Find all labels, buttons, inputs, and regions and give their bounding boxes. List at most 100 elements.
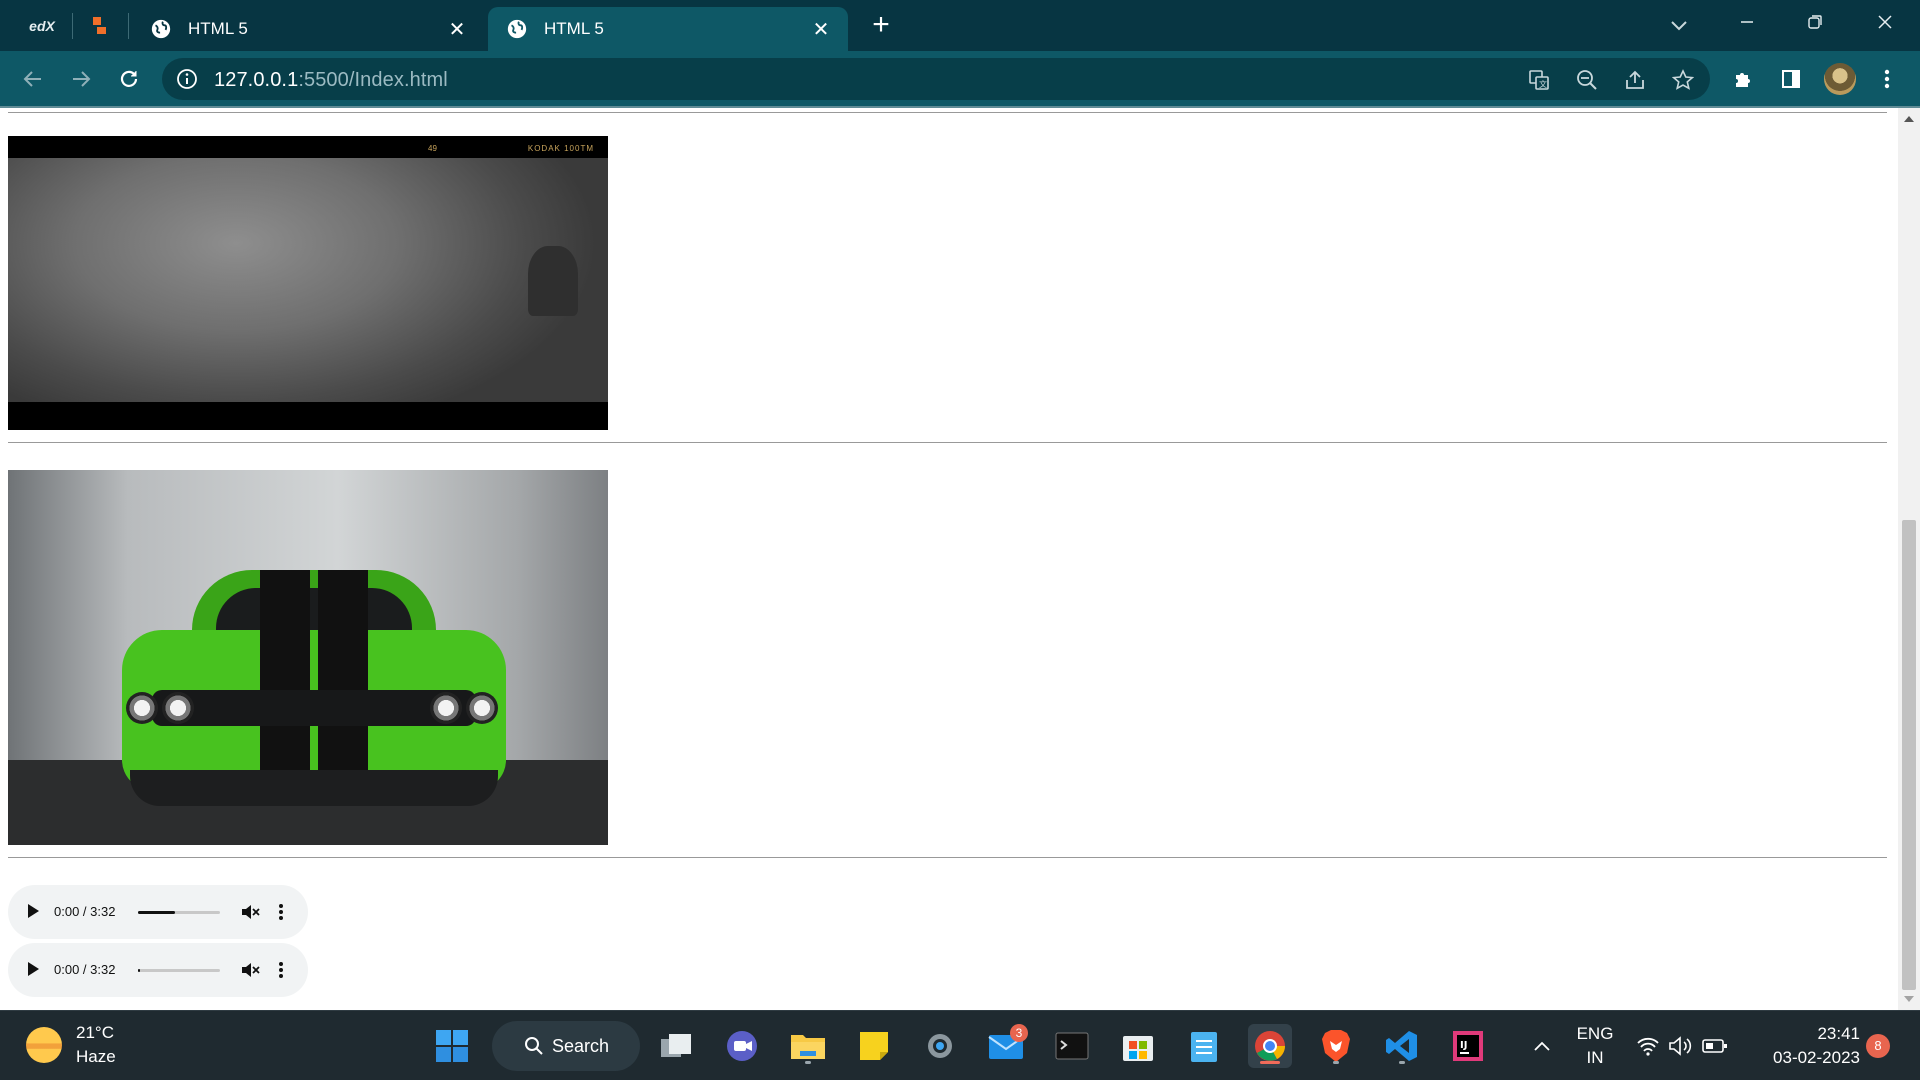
battery-icon xyxy=(1702,1039,1727,1053)
audio-time: 0:00 / 3:32 xyxy=(54,904,116,919)
arrow-right-icon xyxy=(73,71,91,87)
car-grille xyxy=(152,690,476,726)
search-icon xyxy=(525,1037,543,1055)
brave-icon xyxy=(1322,1030,1350,1062)
task-view-button[interactable] xyxy=(654,1024,698,1068)
play-icon[interactable] xyxy=(28,962,39,976)
chevron-up-icon xyxy=(1534,1041,1550,1051)
vscode-button[interactable] xyxy=(1380,1024,1424,1068)
terminal-button[interactable] xyxy=(1050,1024,1094,1068)
more-vertical-icon[interactable] xyxy=(278,960,284,980)
url-text[interactable]: 127.0.0.1:5500/Index.html xyxy=(214,69,448,92)
back-button[interactable] xyxy=(14,60,52,98)
window-close-button[interactable] xyxy=(1856,0,1914,44)
taskbar-search[interactable]: Search xyxy=(492,1021,640,1071)
tab-separator xyxy=(72,13,73,39)
audio-player[interactable]: 0:00 / 3:32 xyxy=(8,943,308,997)
minimize-icon xyxy=(1741,21,1753,23)
scroll-up-arrow[interactable] xyxy=(1904,116,1914,122)
chrome-button[interactable] xyxy=(1248,1024,1292,1068)
task-view-icon xyxy=(661,1034,691,1057)
share-button[interactable] xyxy=(1622,67,1648,93)
side-panel-button[interactable] xyxy=(1772,60,1810,98)
intellij-icon: IJ xyxy=(1453,1031,1483,1061)
intellij-button[interactable]: IJ xyxy=(1446,1024,1490,1068)
video-frame xyxy=(8,158,608,402)
vertical-scrollbar[interactable] xyxy=(1898,108,1920,1010)
notepad-button[interactable] xyxy=(1182,1024,1226,1068)
system-tray-status[interactable] xyxy=(1632,1024,1732,1068)
volume-slider[interactable] xyxy=(138,911,220,914)
new-tab-button[interactable]: + xyxy=(864,10,898,44)
tab-html5-active[interactable]: HTML 5 ✕ xyxy=(488,7,848,51)
car-headlamp xyxy=(162,692,194,724)
side-panel-icon xyxy=(1782,70,1800,88)
clock-date: 03-02-2023 xyxy=(1773,1048,1860,1067)
scrollbar-thumb[interactable] xyxy=(1902,520,1916,990)
zoom-button[interactable] xyxy=(1574,67,1600,93)
car-stripe xyxy=(318,570,368,800)
bookmark-button[interactable] xyxy=(1670,67,1696,93)
language-code: ENG xyxy=(1576,1024,1614,1043)
tab-strip: edX HTML 5 ✕ HTML 5 ✕ + xyxy=(0,0,1920,51)
horizontal-rule xyxy=(8,857,1887,858)
settings-button[interactable] xyxy=(918,1024,962,1068)
video-player[interactable]: 49 KODAK 100TM xyxy=(8,136,608,430)
browser-toolbar: 127.0.0.1:5500/Index.html 文 xyxy=(0,51,1920,106)
zoom-out-icon xyxy=(1577,70,1597,90)
more-vertical-icon[interactable] xyxy=(278,902,284,922)
teams-button[interactable] xyxy=(720,1024,764,1068)
search-label: Search xyxy=(552,1035,610,1056)
car-headlamp xyxy=(430,692,462,724)
clock-time: 23:41 xyxy=(1817,1024,1860,1043)
terminal-icon xyxy=(1055,1032,1089,1060)
video-overlay-text: 49 xyxy=(428,144,437,153)
sticky-notes-button[interactable] xyxy=(852,1024,896,1068)
gear-icon xyxy=(928,1034,952,1058)
start-button[interactable] xyxy=(430,1024,474,1068)
restore-button[interactable] xyxy=(1786,0,1844,44)
running-indicator xyxy=(805,1061,811,1064)
vscode-icon xyxy=(1386,1031,1417,1061)
running-indicator xyxy=(1333,1061,1339,1064)
store-button[interactable] xyxy=(1116,1024,1160,1068)
close-icon[interactable]: ✕ xyxy=(808,16,834,42)
play-icon[interactable] xyxy=(28,904,39,918)
translate-button[interactable]: 文 xyxy=(1526,67,1552,93)
puzzle-icon xyxy=(1736,73,1750,87)
car-stripe xyxy=(260,570,310,800)
url-host: 127.0.0.1 xyxy=(214,69,299,91)
menu-button[interactable] xyxy=(1868,60,1906,98)
mail-button[interactable]: 3 xyxy=(984,1024,1028,1068)
volume-slider[interactable] xyxy=(138,969,220,972)
address-bar[interactable]: 127.0.0.1:5500/Index.html 文 xyxy=(162,58,1710,100)
file-explorer-button[interactable] xyxy=(786,1024,830,1068)
folder-icon xyxy=(791,1035,825,1059)
clock[interactable]: 23:41 03-02-2023 xyxy=(1756,1022,1860,1070)
more-vertical-icon xyxy=(1884,69,1890,89)
video-frame-detail xyxy=(528,246,578,316)
audio-time: 0:00 / 3:32 xyxy=(54,962,116,977)
tab-html5-inactive[interactable]: HTML 5 ✕ xyxy=(132,7,484,51)
pinned-tab-gitlab[interactable] xyxy=(78,6,122,46)
weather-widget[interactable]: 21°C Haze xyxy=(26,1021,116,1069)
forward-button[interactable] xyxy=(62,60,100,98)
extensions-button[interactable] xyxy=(1724,60,1762,98)
reload-button[interactable] xyxy=(110,60,148,98)
avatar[interactable] xyxy=(1824,63,1856,95)
info-icon[interactable] xyxy=(176,68,198,90)
language-indicator[interactable]: ENG IN xyxy=(1574,1022,1616,1070)
brave-button[interactable] xyxy=(1314,1024,1358,1068)
audio-player[interactable]: 0:00 / 3:32 xyxy=(8,885,308,939)
minimize-button[interactable] xyxy=(1718,0,1776,44)
tab-search-button[interactable] xyxy=(1662,8,1696,42)
pinned-tab-edx[interactable]: edX xyxy=(16,6,68,46)
close-icon[interactable]: ✕ xyxy=(444,16,470,42)
scroll-down-arrow[interactable] xyxy=(1904,996,1914,1002)
svg-text:文: 文 xyxy=(1539,79,1547,89)
reload-icon xyxy=(120,70,138,87)
muted-speaker-icon[interactable] xyxy=(240,902,260,922)
show-hidden-icons-button[interactable] xyxy=(1522,1024,1562,1068)
notification-count-badge[interactable]: 8 xyxy=(1866,1034,1890,1058)
muted-speaker-icon[interactable] xyxy=(240,960,260,980)
